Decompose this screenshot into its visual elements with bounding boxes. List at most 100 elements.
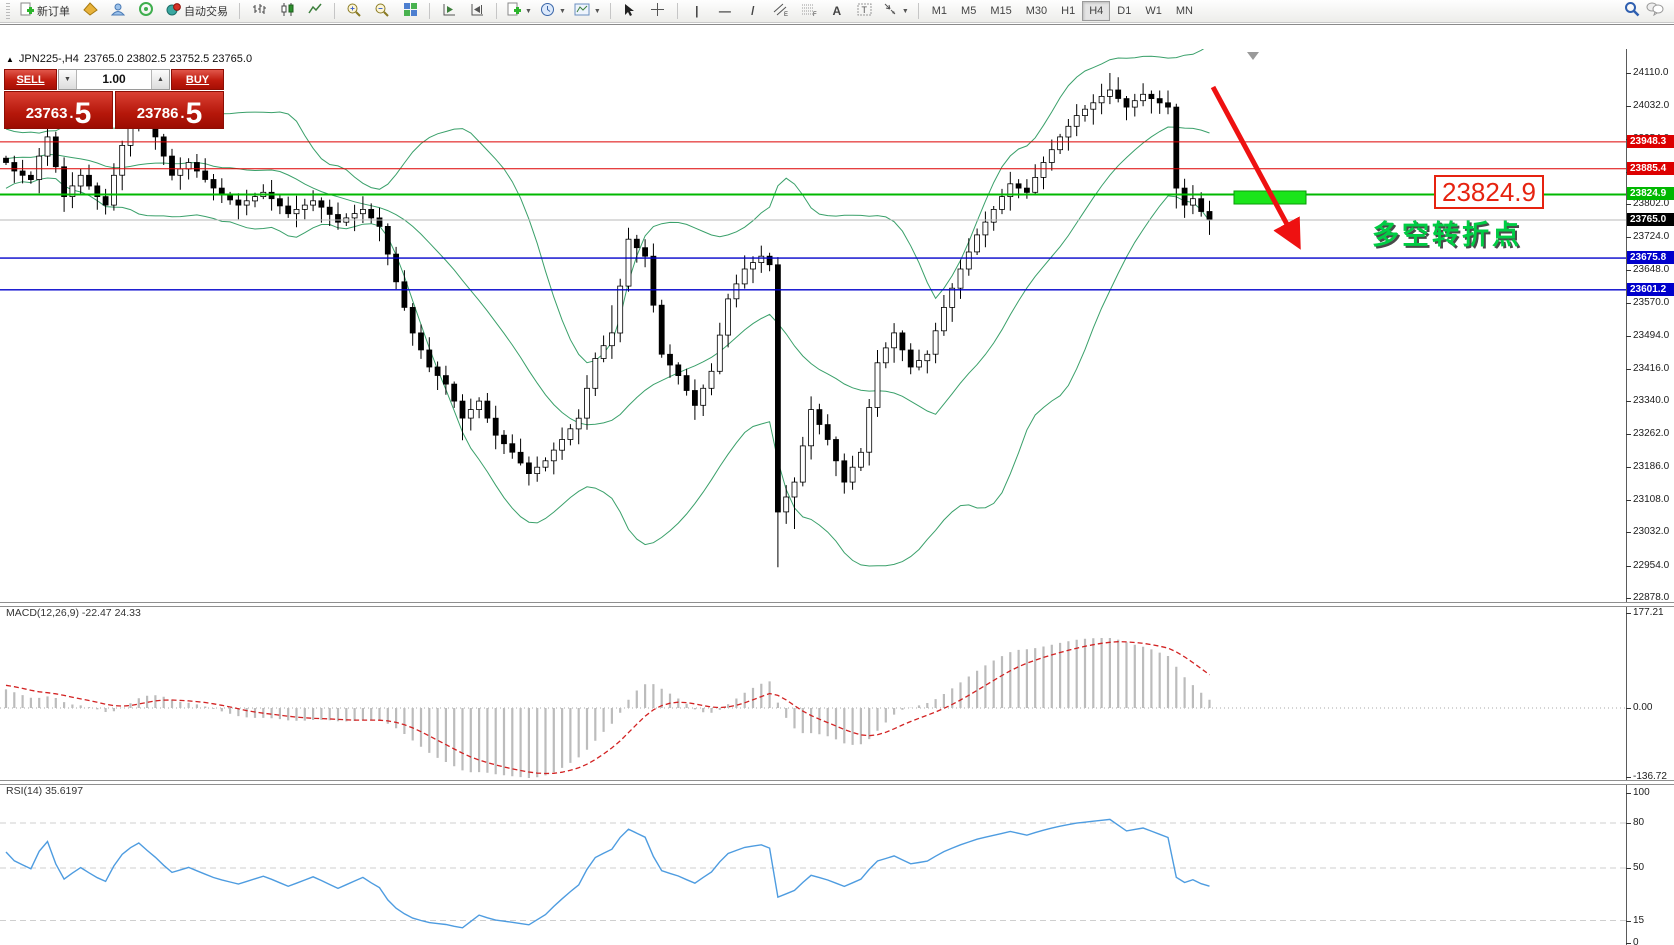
buy-button[interactable]: BUY: [171, 69, 224, 90]
text-button[interactable]: A: [824, 0, 850, 22]
candle-body: [518, 452, 523, 463]
market-watch-button[interactable]: [105, 0, 131, 22]
timeframe-d1[interactable]: D1: [1110, 1, 1138, 21]
sell-price[interactable]: 23763.5: [4, 91, 113, 129]
price-level-chip[interactable]: 23824.9: [1627, 187, 1674, 200]
pane-separator[interactable]: [0, 780, 1674, 785]
tile-windows-button[interactable]: [397, 0, 423, 22]
price-level-chip[interactable]: 23885.4: [1627, 162, 1674, 175]
candle-body: [443, 376, 448, 385]
chart-shift-button[interactable]: [464, 0, 490, 22]
trendline-button[interactable]: /: [740, 0, 766, 22]
price-tick-label: 23570.0: [1633, 297, 1669, 308]
candle-body: [1116, 90, 1121, 99]
cursor-button[interactable]: [617, 0, 643, 22]
chart-profile-button[interactable]: [77, 0, 103, 22]
navigator-button[interactable]: [133, 0, 159, 22]
toolbar-grip: [6, 3, 10, 19]
price-callout: 23824.9: [1434, 175, 1544, 209]
timeframe-w1[interactable]: W1: [1138, 1, 1169, 21]
rsi-tick-mark: [1626, 793, 1631, 794]
trendline-icon: /: [751, 4, 754, 18]
buy-price[interactable]: 23786.5: [115, 91, 224, 129]
candle-body: [194, 163, 199, 172]
candle-body: [842, 461, 847, 482]
autotrading-button[interactable]: 自动交易: [161, 0, 233, 22]
price-axis[interactable]: [1626, 49, 1627, 945]
price-tick-label: 24032.0: [1633, 100, 1669, 111]
price-tick-label: 22878.0: [1633, 592, 1669, 603]
search-icon[interactable]: [1624, 1, 1640, 22]
candle-body: [452, 384, 457, 401]
candle-body: [161, 137, 166, 156]
chat-icon[interactable]: [1646, 1, 1664, 21]
candle-body: [834, 440, 839, 461]
candle-body: [369, 209, 374, 218]
fibonacci-icon: F: [801, 2, 817, 20]
candle-body: [419, 333, 424, 350]
bar-chart-button[interactable]: [246, 0, 272, 22]
price-level-chip[interactable]: 23675.8: [1627, 251, 1674, 264]
price-level-chip[interactable]: 23948.3: [1627, 135, 1674, 148]
new-order-button[interactable]: 新订单: [14, 0, 75, 22]
candle-body: [236, 200, 241, 205]
candle-body: [62, 167, 67, 197]
sell-button[interactable]: SELL: [4, 69, 57, 90]
candle-body: [526, 463, 531, 474]
rsi-pane[interactable]: [0, 783, 1626, 945]
candle-body: [1124, 99, 1129, 108]
vertical-line-button[interactable]: |: [684, 0, 710, 22]
candle-body: [759, 256, 764, 262]
timeframe-m5[interactable]: M5: [954, 1, 983, 21]
timeframe-m15[interactable]: M15: [983, 1, 1018, 21]
text-label-button[interactable]: T: [852, 0, 878, 22]
pane-separator[interactable]: [0, 602, 1674, 607]
arrows-button[interactable]: ▼: [880, 0, 912, 22]
trend-arrow[interactable]: [1213, 87, 1296, 241]
main-chart-pane[interactable]: [0, 49, 1626, 602]
mt4-window: 新订单 自动交易: [0, 0, 1674, 945]
fibonacci-button[interactable]: F: [796, 0, 822, 22]
horizontal-line-button[interactable]: —: [712, 0, 738, 22]
equidistant-channel-button[interactable]: E: [768, 0, 794, 22]
candle-body: [950, 288, 955, 307]
candle-body: [908, 350, 913, 367]
timeframe-m30[interactable]: M30: [1019, 1, 1054, 21]
price-tick-mark: [1626, 270, 1631, 271]
template-icon: [574, 2, 590, 20]
auto-scroll-button[interactable]: [436, 0, 462, 22]
price-level-chip[interactable]: 23601.2: [1627, 283, 1674, 296]
indicators-button[interactable]: ▼: [503, 0, 535, 22]
candle-body: [892, 333, 897, 348]
candlestick-chart-button[interactable]: [274, 0, 300, 22]
candle-body: [593, 359, 598, 389]
volume-decrease-button[interactable]: ▼: [59, 70, 77, 89]
templates-button[interactable]: ▼: [571, 0, 604, 22]
line-chart-button[interactable]: [302, 0, 328, 22]
zoom-in-button[interactable]: [341, 0, 367, 22]
bollinger-band-line: [6, 127, 1210, 425]
volume-value[interactable]: 1.00: [77, 70, 151, 89]
candle-wicks: [6, 73, 1210, 567]
timeframe-h4[interactable]: H4: [1082, 1, 1110, 21]
periods-button[interactable]: ▼: [537, 0, 569, 22]
candle-body: [734, 284, 739, 299]
collapse-panel-icon[interactable]: ▲: [6, 55, 14, 64]
rsi-label: RSI(14) 35.6197: [6, 785, 83, 797]
volume-increase-button[interactable]: ▲: [151, 70, 169, 89]
candle-body: [1141, 94, 1146, 100]
indicators-icon: [506, 2, 521, 20]
chart-shift-marker[interactable]: [1247, 52, 1259, 60]
timeframe-mn[interactable]: MN: [1169, 1, 1200, 21]
new-order-icon: [19, 2, 34, 20]
macd-pane[interactable]: [0, 605, 1626, 780]
price-level-chip[interactable]: 23765.0: [1627, 213, 1674, 226]
crosshair-button[interactable]: [645, 0, 671, 22]
timeframe-h1[interactable]: H1: [1054, 1, 1082, 21]
price-tick-mark: [1626, 434, 1631, 435]
zoom-out-button[interactable]: [369, 0, 395, 22]
candle-body: [294, 209, 299, 213]
timeframe-m1[interactable]: M1: [925, 1, 954, 21]
dropdown-arrow-icon: ▼: [902, 8, 909, 15]
rsi-tick-mark: [1626, 868, 1631, 869]
